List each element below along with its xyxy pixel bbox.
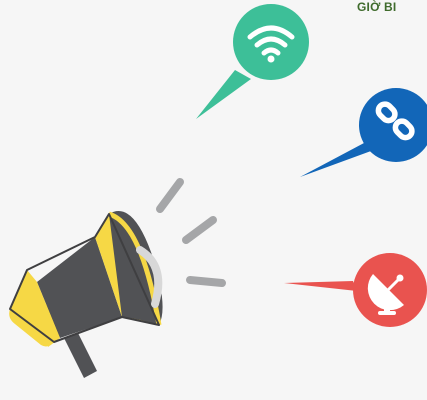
sound-lines (156, 178, 226, 287)
marketing-illustration: GIỜ BI (0, 0, 427, 400)
sound-line-middle (182, 216, 217, 244)
satellite-bubble-tail (284, 281, 357, 291)
megaphone-icon (9, 211, 163, 378)
illustration-svg (9, 4, 427, 378)
wifi-bubble-tail (196, 70, 251, 119)
megaphone-handle (64, 333, 97, 378)
satellite-bubble (284, 253, 427, 327)
link-bubble-tail (300, 143, 371, 177)
sound-line-top (156, 178, 184, 213)
wifi-bubble (196, 4, 309, 119)
wifi-bubble-circle (233, 4, 309, 80)
sound-line-bottom (186, 276, 226, 287)
link-bubble (300, 88, 427, 177)
